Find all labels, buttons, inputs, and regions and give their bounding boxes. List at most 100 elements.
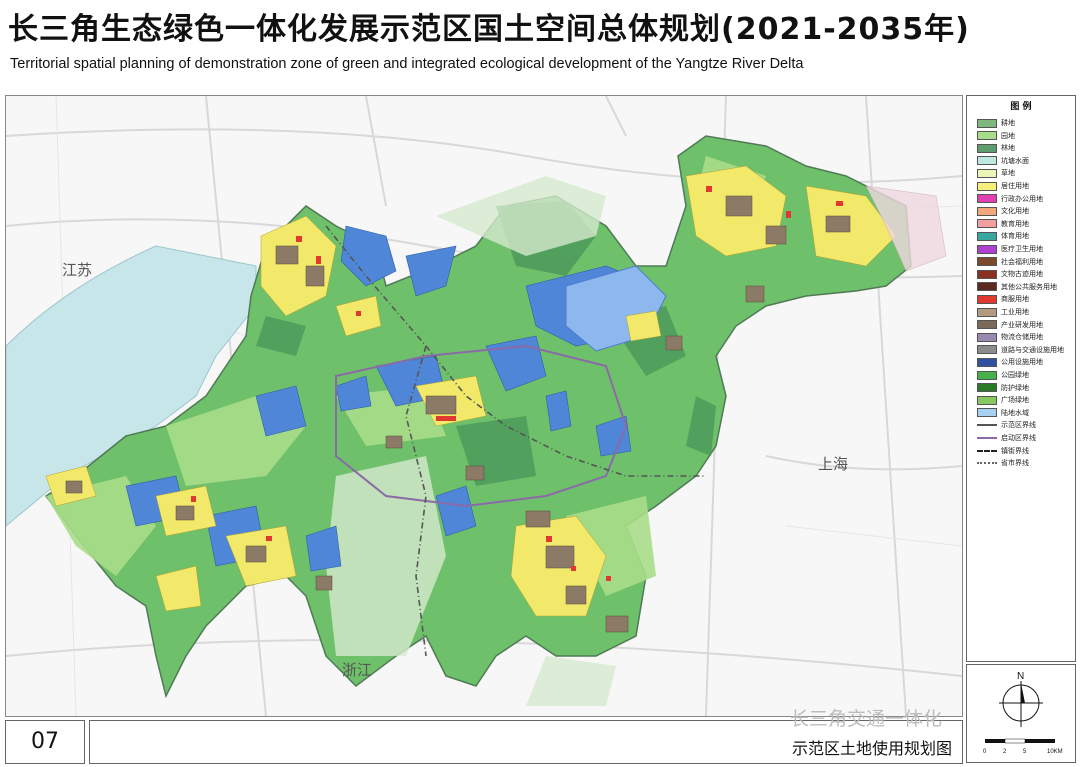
legend-item: 示范区界线 [977,420,1036,430]
legend-label: 物流仓储用地 [1001,333,1043,342]
legend-label: 文化用地 [1001,207,1029,216]
legend-swatch [977,332,997,342]
legend-label: 公用设施用地 [1001,358,1043,367]
legend-swatch [977,307,997,317]
legend-label: 林地 [1001,144,1015,153]
legend-swatch [977,395,997,405]
legend-item: 省市界线 [977,458,1029,468]
scale-tick-0: 0 [983,749,987,755]
legend-title: 图 例 [1010,102,1032,112]
map-frame[interactable]: 江苏 上海 浙江 [5,95,963,717]
land-use-map [6,96,962,716]
legend-swatch [977,156,997,166]
legend-swatch [977,345,997,355]
legend-swatch [977,294,997,304]
legend-swatch [977,408,997,418]
legend-swatch [977,219,997,229]
legend-swatch [977,320,997,330]
legend-swatch [977,118,997,128]
legend-swatch [977,244,997,254]
legend-item: 启动区界线 [977,433,1036,443]
watermark-text: 长三角交通一体化 [790,708,943,730]
title-en: Territorial spatial planning of demonstr… [10,56,804,72]
legend-item: 防护绿地 [977,383,1029,393]
legend-item: 耕地 [977,118,1015,128]
legend-label: 镇街界线 [1001,446,1029,455]
legend-item: 行政办公用地 [977,194,1043,204]
legend-swatch [977,181,997,191]
legend-swatch [977,257,997,267]
scale-tick-5: 5 [1023,749,1027,755]
legend-item: 商服用地 [977,294,1029,304]
legend-item: 文物古迹用地 [977,269,1043,279]
legend-item: 文化用地 [977,206,1029,216]
legend-swatch [977,383,997,393]
legend-item: 公用设施用地 [977,357,1043,367]
legend-label: 社会福利用地 [1001,257,1043,266]
legend-item: 居住用地 [977,181,1029,191]
legend-item: 其他公共服务用地 [977,282,1057,292]
legend-item: 林地 [977,143,1015,153]
legend-item: 体育用地 [977,231,1029,241]
legend-item: 陆地水域 [977,408,1029,418]
legend-swatch [977,282,997,292]
legend-label: 道路与交通设施用地 [1001,345,1064,354]
legend-label: 启动区界线 [1001,434,1036,442]
north-arrow-icon [999,681,1043,727]
legend-label: 省市界线 [1001,459,1029,468]
legend-item: 园地 [977,131,1015,141]
legend-swatch [977,168,997,178]
figure-number: 07 [31,729,59,754]
legend-label: 防护绿地 [1001,383,1029,392]
legend-label: 公园绿地 [1001,371,1029,379]
legend-swatch [977,231,997,241]
legend-item: 坑塘水面 [977,156,1029,166]
legend-label: 工业用地 [1001,308,1029,316]
legend-item: 产业研发用地 [977,320,1043,330]
legend-swatch [977,424,997,427]
legend-label: 广场绿地 [1001,396,1029,405]
scale-tick-2: 2 [1003,749,1007,755]
legend-label: 草地 [1001,169,1015,178]
map-label-shanghai: 上海 [818,455,849,473]
legend-label: 园地 [1001,131,1015,140]
legend-item: 道路与交通设施用地 [977,345,1064,355]
north-arrow-panel: N 0 2 5 10KM [966,664,1076,763]
legend-item: 物流仓储用地 [977,332,1043,342]
legend-item: 社会福利用地 [977,257,1043,267]
scale-bar-icon [985,738,1055,744]
legend-swatch [977,449,997,452]
legend-panel: 图 例 耕地园地林地坑塘水面草地居住用地行政办公用地 文化用地教育用地体育用地医疗… [966,95,1076,662]
legend-swatch [977,206,997,216]
legend-swatch [977,437,997,439]
north-label: N [1017,671,1024,682]
legend-item: 公园绿地 [977,370,1029,380]
legend-label: 产业研发用地 [1001,320,1043,329]
legend-item: 草地 [977,168,1015,178]
figure-number-box: 07 [5,720,85,764]
legend-label: 教育用地 [1001,219,1029,228]
legend-swatch [977,143,997,153]
legend-label: 其他公共服务用地 [1001,282,1057,291]
legend-swatch [977,357,997,367]
legend-label: 体育用地 [1001,232,1029,241]
legend-label: 文物古迹用地 [1001,270,1043,279]
legend-label: 医疗卫生用地 [1001,245,1043,253]
legend-label: 居住用地 [1001,182,1029,190]
legend-label: 陆地水域 [1001,408,1029,417]
legend-swatch [977,269,997,279]
legend-label: 示范区界线 [1001,421,1036,430]
title-cn: 长三角生态绿色一体化发展示范区国土空间总体规划(2021-2035年) [8,12,970,47]
scale-tick-10km: 10KM [1047,749,1063,755]
legend-label: 商服用地 [1001,295,1029,304]
legend-label: 坑塘水面 [1001,156,1029,165]
legend-item: 教育用地 [977,219,1029,229]
legend-swatch [977,462,997,465]
legend-item: 工业用地 [977,307,1029,317]
map-label-zhejiang: 浙江 [342,661,373,679]
legend-item: 广场绿地 [977,395,1029,405]
map-label-jiangsu: 江苏 [62,261,93,279]
legend-swatch [977,370,997,380]
legend-label: 行政办公用地 [1001,194,1043,203]
legend-swatch [977,131,997,141]
